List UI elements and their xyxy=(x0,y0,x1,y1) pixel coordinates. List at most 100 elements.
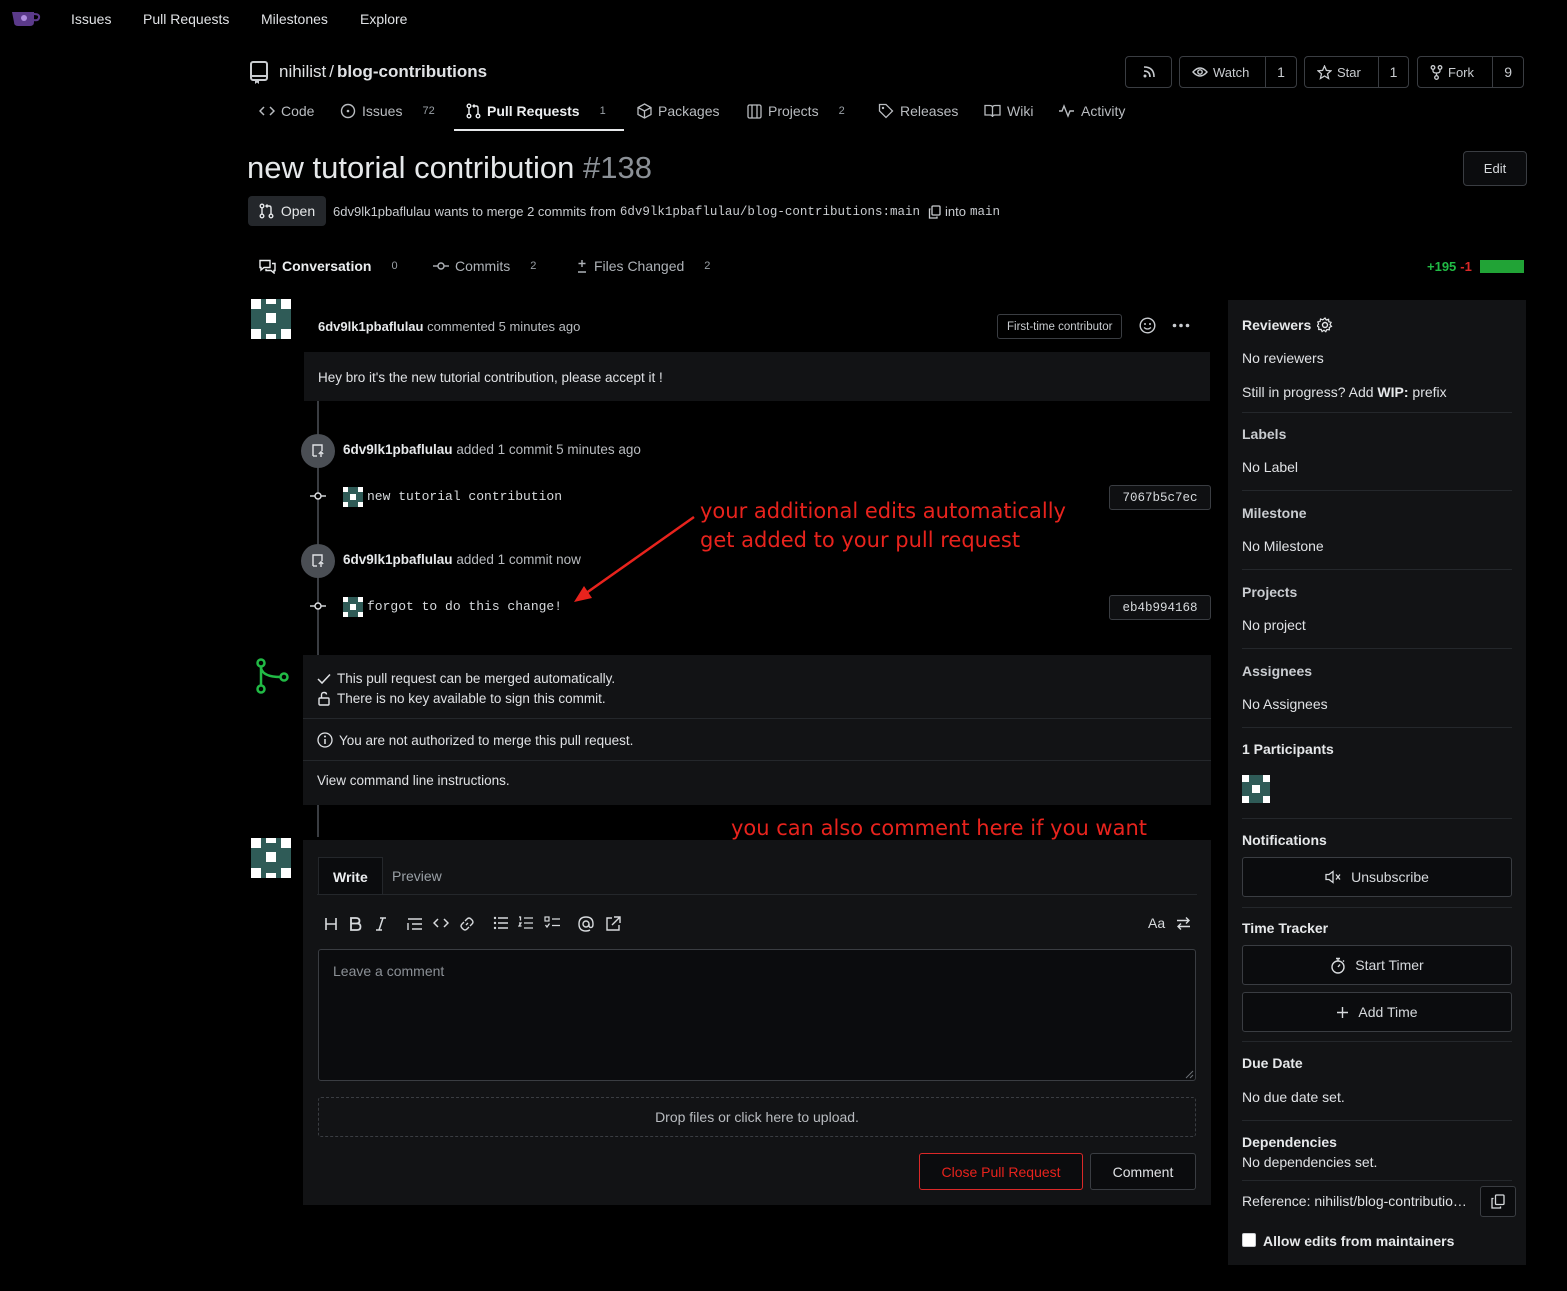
nav-milestones[interactable]: Milestones xyxy=(261,11,328,27)
task-list-icon[interactable] xyxy=(544,916,561,930)
bullet-list-icon[interactable] xyxy=(493,916,509,930)
commit-sha-button[interactable]: 7067b5c7ec xyxy=(1109,485,1211,510)
tab-conversation[interactable]: Conversation 0 xyxy=(259,258,398,274)
cross-reference-icon[interactable] xyxy=(605,916,621,932)
annotation-line: your additional edits automatically xyxy=(700,499,1066,523)
tab-wiki[interactable]: Wiki xyxy=(984,103,1033,119)
file-dropzone[interactable]: Drop files or click here to upload. xyxy=(318,1097,1196,1137)
diff-icon xyxy=(576,259,588,274)
reaction-smiley-icon[interactable] xyxy=(1139,317,1156,334)
tab-packages[interactable]: Packages xyxy=(637,103,719,119)
tab-commits-count: 2 xyxy=(530,260,537,272)
italic-icon[interactable] xyxy=(375,916,387,932)
numbered-list-icon[interactable] xyxy=(518,916,534,930)
tab-files-changed[interactable]: Files Changed 2 xyxy=(576,258,710,274)
repo-name-link[interactable]: blog-contributions xyxy=(337,62,487,81)
tab-preview[interactable]: Preview xyxy=(378,857,456,895)
milestone-title[interactable]: Milestone xyxy=(1242,505,1307,521)
start-timer-button[interactable]: Start Timer xyxy=(1242,945,1512,985)
divider xyxy=(1242,412,1512,413)
allow-edits-checkbox[interactable] xyxy=(1242,1233,1256,1247)
quote-icon[interactable] xyxy=(407,916,423,932)
comment-author-link[interactable]: 6dv9lk1pbaflulau xyxy=(318,319,423,334)
tab-releases-label: Releases xyxy=(900,103,959,119)
tab-commits[interactable]: Commits 2 xyxy=(433,258,536,274)
event-author-link[interactable]: 6dv9lk1pbaflulau xyxy=(343,552,453,567)
dependencies-value: No dependencies set. xyxy=(1242,1154,1378,1170)
star-button[interactable]: Star 1 xyxy=(1304,56,1409,88)
more-options-icon[interactable] xyxy=(1172,323,1190,328)
divider xyxy=(1242,490,1512,491)
nav-explore[interactable]: Explore xyxy=(360,11,407,27)
event-author-link[interactable]: 6dv9lk1pbaflulau xyxy=(343,442,453,457)
avatar[interactable] xyxy=(343,597,363,617)
reviewers-title[interactable]: Reviewers xyxy=(1242,317,1333,333)
assignees-title[interactable]: Assignees xyxy=(1242,663,1312,679)
tab-releases[interactable]: Releases xyxy=(878,103,958,119)
comment-textarea[interactable]: Leave a comment xyxy=(318,949,1196,1081)
fork-count[interactable]: 9 xyxy=(1492,57,1523,87)
close-pull-request-button[interactable]: Close Pull Request xyxy=(919,1153,1083,1190)
allow-edits-label[interactable]: Allow edits from maintainers xyxy=(1263,1233,1454,1249)
tab-pull-requests[interactable]: Pull Requests 1 xyxy=(466,103,606,119)
resize-handle-icon[interactable] xyxy=(1185,1070,1194,1079)
tab-issues-count: 72 xyxy=(422,105,435,117)
project-icon xyxy=(747,103,762,119)
watch-button[interactable]: Watch 1 xyxy=(1179,56,1297,88)
pr-author-link[interactable]: 6dv9lk1pbaflulau xyxy=(333,204,431,219)
link-icon[interactable] xyxy=(459,916,475,932)
gear-icon[interactable] xyxy=(1317,317,1333,333)
commit-message-link[interactable]: forgot to do this change! xyxy=(367,599,562,614)
nav-issues[interactable]: Issues xyxy=(71,11,111,27)
tab-projects[interactable]: Projects 2 xyxy=(747,103,845,119)
avatar[interactable] xyxy=(251,299,291,339)
watch-count[interactable]: 1 xyxy=(1265,57,1296,87)
nav-pull-requests[interactable]: Pull Requests xyxy=(143,11,229,27)
pull-request-icon xyxy=(259,203,274,219)
code-icon[interactable] xyxy=(433,916,449,930)
projects-title[interactable]: Projects xyxy=(1242,584,1297,600)
commit-message-link[interactable]: new tutorial contribution xyxy=(367,489,562,504)
divider xyxy=(1242,727,1512,728)
cli-instructions-link[interactable]: View command line instructions. xyxy=(317,773,510,788)
add-time-button[interactable]: Add Time xyxy=(1242,992,1512,1032)
pr-merge-text: wants to merge 2 commits from xyxy=(434,204,616,219)
watch-segment: Watch xyxy=(1180,57,1265,87)
pr-state-badge: Open xyxy=(248,196,326,226)
unsubscribe-button[interactable]: Unsubscribe xyxy=(1242,857,1512,897)
avatar[interactable] xyxy=(251,838,291,878)
copy-icon[interactable] xyxy=(928,204,941,219)
switch-editor-icon[interactable] xyxy=(1176,916,1191,931)
edit-title-button[interactable]: Edit xyxy=(1463,151,1527,186)
copy-reference-button[interactable] xyxy=(1480,1186,1516,1217)
mention-icon[interactable] xyxy=(578,916,594,932)
tab-activity[interactable]: Activity xyxy=(1058,103,1125,119)
plus-icon xyxy=(1336,1006,1349,1019)
stopwatch-icon xyxy=(1330,957,1346,974)
projects-value: No project xyxy=(1242,617,1306,633)
fork-segment: Fork xyxy=(1418,57,1492,87)
event-text: 6dv9lk1pbaflulau added 1 commit now xyxy=(343,552,581,567)
pr-base-branch[interactable]: main xyxy=(970,205,1000,219)
tab-write[interactable]: Write xyxy=(318,857,383,895)
heading-icon[interactable] xyxy=(324,916,338,932)
participant-avatar[interactable] xyxy=(1242,775,1270,803)
avatar[interactable] xyxy=(343,487,363,507)
comment-button[interactable]: Comment xyxy=(1090,1153,1196,1190)
tab-issues[interactable]: Issues 72 xyxy=(340,103,435,119)
monospace-toggle[interactable]: Aa xyxy=(1148,915,1165,931)
comment-meta: 6dv9lk1pbaflulau commented 5 minutes ago xyxy=(318,319,580,334)
fork-button[interactable]: Fork 9 xyxy=(1417,56,1524,88)
commit-sha-button[interactable]: eb4b994168 xyxy=(1109,595,1211,620)
labels-title[interactable]: Labels xyxy=(1242,426,1286,442)
gitea-logo-icon[interactable] xyxy=(10,8,42,28)
star-count[interactable]: 1 xyxy=(1378,57,1408,87)
pr-head-branch[interactable]: 6dv9lk1pbaflulau/blog-contributions:main xyxy=(620,205,920,219)
commit-icon xyxy=(433,261,449,271)
tab-code[interactable]: Code xyxy=(259,103,314,119)
wip-prefix-link[interactable]: WIP: xyxy=(1377,384,1408,400)
bold-icon[interactable] xyxy=(349,916,362,932)
star-segment: Star xyxy=(1305,57,1378,87)
repo-owner-link[interactable]: nihilist xyxy=(279,62,326,81)
rss-button[interactable] xyxy=(1125,56,1172,88)
